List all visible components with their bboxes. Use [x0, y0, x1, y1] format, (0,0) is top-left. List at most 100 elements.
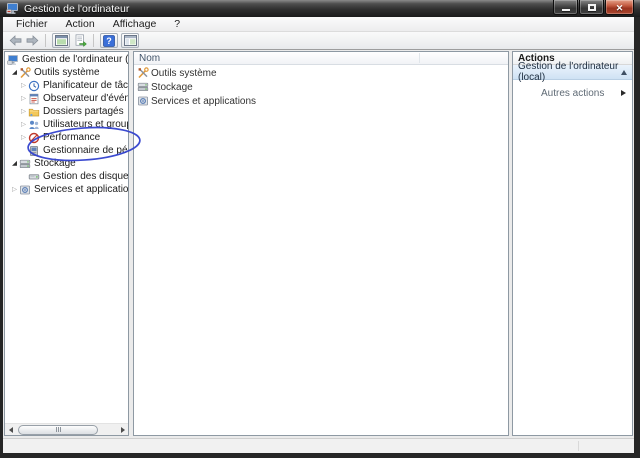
storage-icon [137, 82, 149, 92]
close-button[interactable] [605, 0, 634, 15]
storage-icon [19, 159, 31, 168]
tree-item-label: Performance [43, 132, 101, 143]
tree-item-services-applications[interactable]: Services et applications [5, 183, 128, 196]
back-button[interactable] [8, 35, 22, 47]
computer-management-icon[interactable] [6, 2, 19, 15]
collapse-expander-icon[interactable] [19, 107, 28, 116]
thumb-grip [57, 427, 59, 432]
menubar: Fichier Action Affichage ? [3, 17, 634, 32]
actions-panel: Actions Gestion de l'ordinateur (local) … [512, 51, 633, 436]
list-item-label: Outils système [151, 67, 217, 79]
collapse-expander-icon[interactable] [19, 81, 28, 90]
list-item-services-applications[interactable]: Services et applications [134, 95, 508, 107]
minimize-button[interactable] [553, 0, 578, 15]
local-users-groups-icon [29, 120, 39, 129]
forward-button[interactable] [25, 35, 39, 47]
scroll-left-icon [8, 426, 13, 433]
menu-action[interactable]: Action [57, 17, 104, 32]
statusbar [3, 438, 634, 453]
collapse-expander-icon[interactable] [19, 94, 28, 103]
tree-item-performance[interactable]: Performance [5, 131, 128, 144]
tree-horizontal-scrollbar[interactable] [5, 423, 128, 435]
collapse-expander-icon[interactable] [10, 185, 19, 194]
tree-item-label: Gestion des disques [43, 171, 128, 182]
thumb-grip [55, 427, 57, 432]
services-applications-icon [19, 185, 30, 194]
computer-management-window: Gestion de l'ordinateur Fichier Action A… [0, 0, 640, 458]
window-title: Gestion de l'ordinateur [24, 2, 130, 15]
thumb-grip [59, 427, 61, 432]
scrollbar-thumb[interactable] [18, 424, 98, 435]
scroll-right-button[interactable] [117, 424, 128, 436]
tree-item-device-manager[interactable]: Gestionnaire de périphé [5, 144, 128, 157]
console-window-icon [54, 35, 68, 46]
collapse-expander-icon[interactable] [19, 120, 28, 129]
toolbar: ? [3, 32, 634, 50]
help-icon: ? [103, 34, 115, 47]
menu-affichage[interactable]: Affichage [104, 17, 166, 32]
tree-item-system-tools[interactable]: Outils système [5, 66, 128, 79]
scroll-left-button[interactable] [5, 424, 16, 436]
actions-item-autres-actions[interactable]: Autres actions [513, 86, 632, 100]
statusbar-separator [578, 441, 579, 451]
device-manager-icon [30, 145, 38, 156]
show-console-window-button[interactable] [52, 33, 70, 48]
actions-item-label: Autres actions [541, 87, 605, 99]
export-list-icon [75, 34, 87, 47]
tree-item-storage[interactable]: Stockage [5, 157, 128, 170]
expander-placeholder [19, 146, 28, 155]
submenu-arrow-icon [621, 90, 626, 96]
performance-icon [28, 132, 40, 143]
tree-item-label: Utilisateurs et groupes l [43, 119, 128, 130]
forward-icon [26, 35, 38, 46]
tree-item-label: Gestionnaire de périphé [43, 145, 128, 156]
column-header-nom[interactable]: Nom [134, 52, 508, 65]
tree-item-event-viewer[interactable]: Observateur d'événeme [5, 92, 128, 105]
console-tree: Gestion de l'ordinateur (local) Outils s… [5, 53, 128, 422]
maximize-icon [587, 3, 596, 11]
list-item-storage[interactable]: Stockage [134, 81, 508, 93]
help-button[interactable]: ? [100, 33, 118, 48]
tree-item-task-scheduler[interactable]: Planificateur de tâches [5, 79, 128, 92]
tree-item-label: Observateur d'événeme [43, 93, 128, 104]
back-icon [9, 35, 21, 46]
list-item-label: Stockage [151, 81, 193, 93]
system-tools-icon [138, 67, 149, 79]
collapse-expander-icon[interactable] [10, 68, 19, 77]
tree-item-computer-management[interactable]: Gestion de l'ordinateur (local) [5, 53, 128, 66]
tree-item-label: Gestion de l'ordinateur (local) [22, 54, 128, 65]
menu-help[interactable]: ? [165, 17, 189, 32]
computer-management-icon [7, 54, 18, 65]
tree-item-local-users-groups[interactable]: Utilisateurs et groupes l [5, 118, 128, 131]
content-area: Gestion de l'ordinateur (local) Outils s… [3, 50, 634, 438]
shared-folders-icon [28, 108, 40, 116]
event-viewer-icon [29, 93, 39, 104]
toolbar-separator [45, 34, 46, 47]
results-list-panel: Nom Outils système Stockage Services et … [133, 51, 509, 436]
maximize-button[interactable] [579, 0, 604, 15]
tree-item-disk-management[interactable]: Gestion des disques [5, 170, 128, 183]
disk-management-icon [28, 173, 40, 179]
minimize-icon [561, 9, 570, 11]
task-scheduler-icon [28, 80, 40, 91]
column-separator[interactable] [419, 53, 420, 63]
collapse-expander-icon[interactable] [19, 133, 28, 142]
tree-item-label: Services et applications [34, 184, 128, 195]
export-list-button[interactable] [73, 34, 87, 47]
toolbar-separator [93, 34, 94, 47]
expander-placeholder [19, 172, 28, 181]
titlebar[interactable]: Gestion de l'ordinateur [0, 0, 640, 17]
show-hide-console-tree-button[interactable] [121, 33, 139, 48]
actions-section-label: Gestion de l'ordinateur (local) [518, 61, 619, 83]
list-item-system-tools[interactable]: Outils système [134, 67, 508, 79]
tree-item-label: Dossiers partagés [43, 106, 124, 117]
collapse-up-icon [621, 69, 627, 75]
actions-section-computer-management[interactable]: Gestion de l'ordinateur (local) [513, 61, 632, 83]
svg-text:?: ? [106, 36, 112, 46]
menu-fichier[interactable]: Fichier [7, 17, 57, 32]
tree-item-shared-folders[interactable]: Dossiers partagés [5, 105, 128, 118]
system-tools-icon [20, 66, 31, 78]
tree-item-label: Stockage [34, 158, 76, 169]
list-item-label: Services et applications [151, 95, 257, 107]
collapse-expander-icon[interactable] [10, 159, 19, 168]
